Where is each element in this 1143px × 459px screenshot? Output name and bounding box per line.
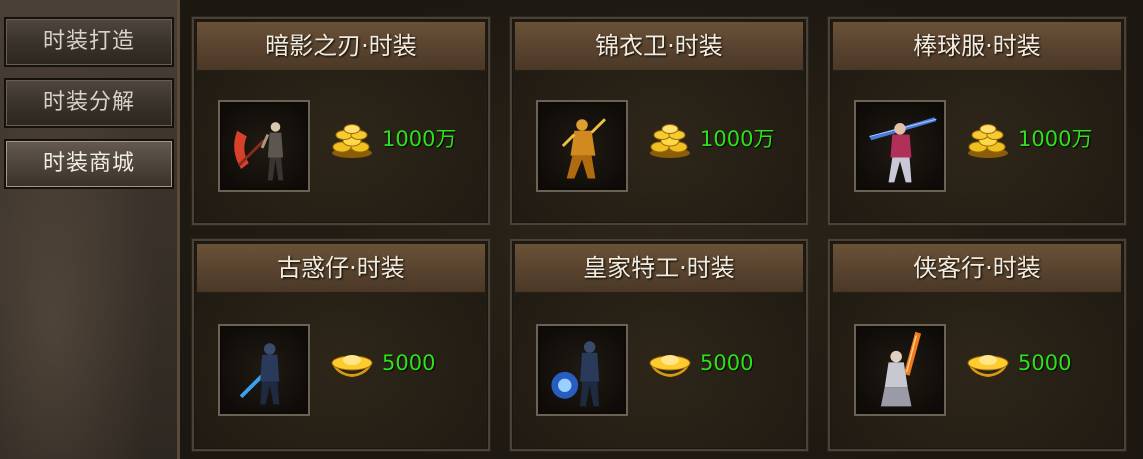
item-price: 5000 bbox=[382, 351, 436, 375]
shop-item-card[interactable]: 古惑仔·时装 5000 bbox=[192, 239, 490, 451]
item-price: 1000万 bbox=[382, 127, 457, 151]
gold-coins-icon bbox=[650, 124, 690, 158]
shop-item-card[interactable]: 锦衣卫·时装 1000万 bbox=[510, 17, 808, 225]
golden-warrior-icon[interactable] bbox=[536, 100, 628, 192]
item-price: 1000万 bbox=[700, 127, 775, 151]
gold-coins-icon bbox=[332, 124, 372, 158]
item-price: 5000 bbox=[1018, 351, 1072, 375]
item-name: 古惑仔·时装 bbox=[197, 244, 485, 293]
item-price: 1000万 bbox=[1018, 127, 1093, 151]
item-name: 皇家特工·时装 bbox=[515, 244, 803, 293]
scythe-warrior-icon[interactable] bbox=[218, 100, 310, 192]
flame-sword-warrior-icon[interactable] bbox=[854, 324, 946, 416]
shop-item-card[interactable]: 暗影之刃·时装 1000万 bbox=[192, 17, 490, 225]
item-name: 棒球服·时装 bbox=[833, 22, 1121, 71]
tab-fashion-shop[interactable]: 时装商城 bbox=[4, 139, 174, 189]
gold-coins-icon bbox=[968, 124, 1008, 158]
tab-fashion-craft[interactable]: 时装打造 bbox=[4, 17, 174, 67]
shop-item-card[interactable]: 棒球服·时装 1000万 bbox=[828, 17, 1126, 225]
sword-fighter-icon[interactable] bbox=[854, 100, 946, 192]
blue-flame-warrior-icon[interactable] bbox=[536, 324, 628, 416]
blue-blade-warrior-icon[interactable] bbox=[218, 324, 310, 416]
item-name: 暗影之刃·时装 bbox=[197, 22, 485, 71]
item-price: 5000 bbox=[700, 351, 754, 375]
shop-item-card[interactable]: 皇家特工·时装 5000 bbox=[510, 239, 808, 451]
item-name: 侠客行·时装 bbox=[833, 244, 1121, 293]
gold-ingot-icon bbox=[649, 355, 691, 377]
item-name: 锦衣卫·时装 bbox=[515, 22, 803, 71]
tab-fashion-decompose[interactable]: 时装分解 bbox=[4, 78, 174, 128]
sidebar: 时装打造 时装分解 时装商城 bbox=[0, 0, 180, 459]
gold-ingot-icon bbox=[967, 355, 1009, 377]
shop-item-card[interactable]: 侠客行·时装 5000 bbox=[828, 239, 1126, 451]
shop-grid: 暗影之刃·时装 1000万 锦衣卫·时装 1000万 棒球服·时装 1000万 … bbox=[180, 0, 1143, 459]
gold-ingot-icon bbox=[331, 355, 373, 377]
